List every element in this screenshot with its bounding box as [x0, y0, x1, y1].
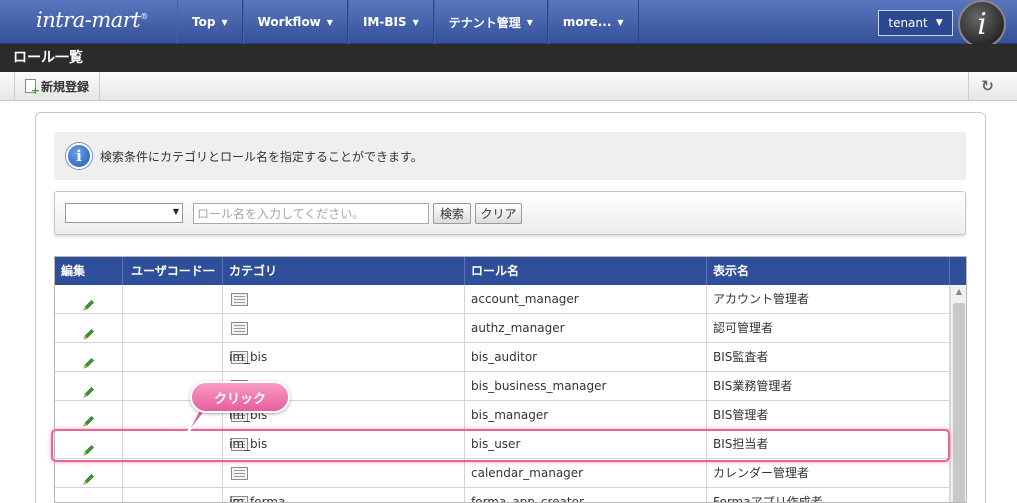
- role-name-cell: bis_manager: [465, 401, 707, 430]
- edit-cell: [55, 343, 123, 372]
- nav-workflow[interactable]: Workflow ▼: [242, 0, 348, 44]
- category-cell: im_bis: [223, 430, 465, 459]
- edit-cell: [55, 372, 123, 401]
- top-navigation-bar: intra-mart® Top ▼ Workflow ▼ IM-BIS ▼ テナント管…: [0, 0, 1017, 48]
- edit-cell: [55, 401, 123, 430]
- display-name-cell: Formaアプリ作成者: [707, 488, 950, 502]
- role-name-cell: forma_app_creator: [465, 488, 707, 502]
- info-icon: i: [66, 143, 92, 169]
- table-row[interactable]: im_bis bis_auditor BIS監査者: [55, 343, 950, 372]
- display-name-cell: BIS業務管理者: [707, 372, 950, 401]
- click-callout: クリック: [190, 381, 290, 413]
- info-message: 検索条件にカテゴリとロール名を指定することができます。: [100, 149, 423, 164]
- new-register-label: 新規登録: [41, 79, 90, 94]
- tenant-label: tenant: [888, 16, 928, 30]
- display-name-cell: BIS管理者: [707, 401, 950, 430]
- edit-cell: [55, 488, 123, 502]
- display-name-cell: BIS監査者: [707, 343, 950, 372]
- search-panel: 検索 クリア: [54, 191, 966, 235]
- search-button[interactable]: 検索: [433, 203, 471, 224]
- table-row[interactable]: account_manager アカウント管理者: [55, 285, 950, 314]
- caret-down-icon: ▼: [935, 18, 943, 28]
- logo-text: intra-mart: [36, 8, 141, 32]
- refresh-icon: ↻: [981, 77, 994, 95]
- nav-top[interactable]: Top ▼: [177, 0, 243, 44]
- caret-down-icon: ▼: [326, 17, 333, 27]
- column-header-user-codes[interactable]: ユーザコード一覧: [123, 257, 223, 306]
- pencil-edit-icon[interactable]: [83, 293, 95, 311]
- role-table: 編集 ユーザコード一覧 カテゴリ ロール名 表示名 account_manage…: [54, 256, 967, 503]
- role-name-cell: account_manager: [465, 285, 707, 314]
- role-name-cell: bis_user: [465, 430, 707, 459]
- logo-registered-mark: ®: [140, 12, 148, 21]
- role-name-cell: bis_auditor: [465, 343, 707, 372]
- nav-tenant-admin[interactable]: テナント管理 ▼: [433, 0, 548, 44]
- role-name-cell: bis_business_manager: [465, 372, 707, 401]
- caret-down-icon: ▼: [526, 17, 533, 27]
- display-name-cell: アカウント管理者: [707, 285, 950, 314]
- category-cell: im_bis: [223, 343, 465, 372]
- table-row[interactable]: im_forma forma_app_creator Formaアプリ作成者: [55, 488, 950, 502]
- scroll-up-icon[interactable]: ▲: [951, 287, 966, 301]
- pencil-edit-icon[interactable]: [83, 351, 95, 369]
- pencil-edit-icon[interactable]: [83, 467, 95, 485]
- info-message-box: i 検索条件にカテゴリとロール名を指定することができます。: [54, 132, 966, 180]
- category-cell: [223, 314, 465, 343]
- intra-mart-logo[interactable]: intra-mart®: [36, 8, 148, 32]
- table-scrollbar[interactable]: ▲: [950, 285, 966, 502]
- role-name-input[interactable]: [193, 203, 429, 224]
- role-name-cell: calendar_manager: [465, 459, 707, 488]
- page-title: ロール一覧: [0, 44, 1017, 72]
- user-avatar[interactable]: i: [958, 0, 1006, 48]
- user-codes-cell: [123, 343, 248, 372]
- scroll-thumb[interactable]: [953, 303, 965, 502]
- category-cell: im_forma: [223, 488, 465, 502]
- pencil-edit-icon[interactable]: [83, 409, 95, 427]
- display-name-cell: 認可管理者: [707, 314, 950, 343]
- category-select[interactable]: [65, 203, 183, 223]
- display-name-cell: BIS担当者: [707, 430, 950, 459]
- nav-more[interactable]: more... ▼: [547, 0, 639, 44]
- pencil-edit-icon[interactable]: [83, 322, 95, 340]
- pencil-edit-icon[interactable]: [83, 380, 95, 398]
- refresh-button[interactable]: ↻: [968, 72, 1006, 100]
- column-header-display-name[interactable]: 表示名: [707, 257, 950, 285]
- table-row[interactable]: calendar_manager カレンダー管理者: [55, 459, 950, 488]
- toolbar: 新規登録 ↻: [0, 72, 1017, 101]
- caret-down-icon: ▼: [412, 17, 419, 27]
- user-codes-cell: [123, 488, 248, 502]
- nav-im-bis[interactable]: IM-BIS ▼: [347, 0, 434, 44]
- edit-cell: [55, 459, 123, 488]
- user-codes-cell: [123, 459, 248, 488]
- edit-cell: [55, 430, 123, 459]
- main-nav: Top ▼ Workflow ▼ IM-BIS ▼ テナント管理 ▼ more... ▼: [177, 0, 639, 44]
- table-row[interactable]: authz_manager 認可管理者: [55, 314, 950, 343]
- pencil-edit-icon[interactable]: [83, 438, 95, 456]
- column-header-role-name[interactable]: ロール名: [465, 257, 707, 285]
- tenant-dropdown[interactable]: tenant ▼: [878, 10, 953, 36]
- edit-cell: [55, 314, 123, 343]
- caret-down-icon: ▼: [221, 17, 228, 27]
- column-header-edit[interactable]: 編集: [55, 257, 123, 285]
- clear-button[interactable]: クリア: [475, 203, 522, 224]
- caret-down-icon: ▼: [617, 17, 624, 27]
- table-header: 編集 ユーザコード一覧 カテゴリ ロール名 表示名: [55, 257, 966, 306]
- column-header-category[interactable]: カテゴリ: [223, 257, 465, 285]
- pencil-edit-icon[interactable]: [83, 496, 95, 502]
- new-register-button[interactable]: 新規登録: [14, 72, 101, 100]
- display-name-cell: カレンダー管理者: [707, 459, 950, 488]
- user-codes-cell: [123, 314, 248, 343]
- category-cell: [223, 459, 465, 488]
- edit-cell: [55, 285, 123, 314]
- role-name-cell: authz_manager: [465, 314, 707, 343]
- category-cell: [223, 285, 465, 314]
- user-codes-cell: [123, 285, 248, 314]
- new-document-icon: [25, 79, 40, 97]
